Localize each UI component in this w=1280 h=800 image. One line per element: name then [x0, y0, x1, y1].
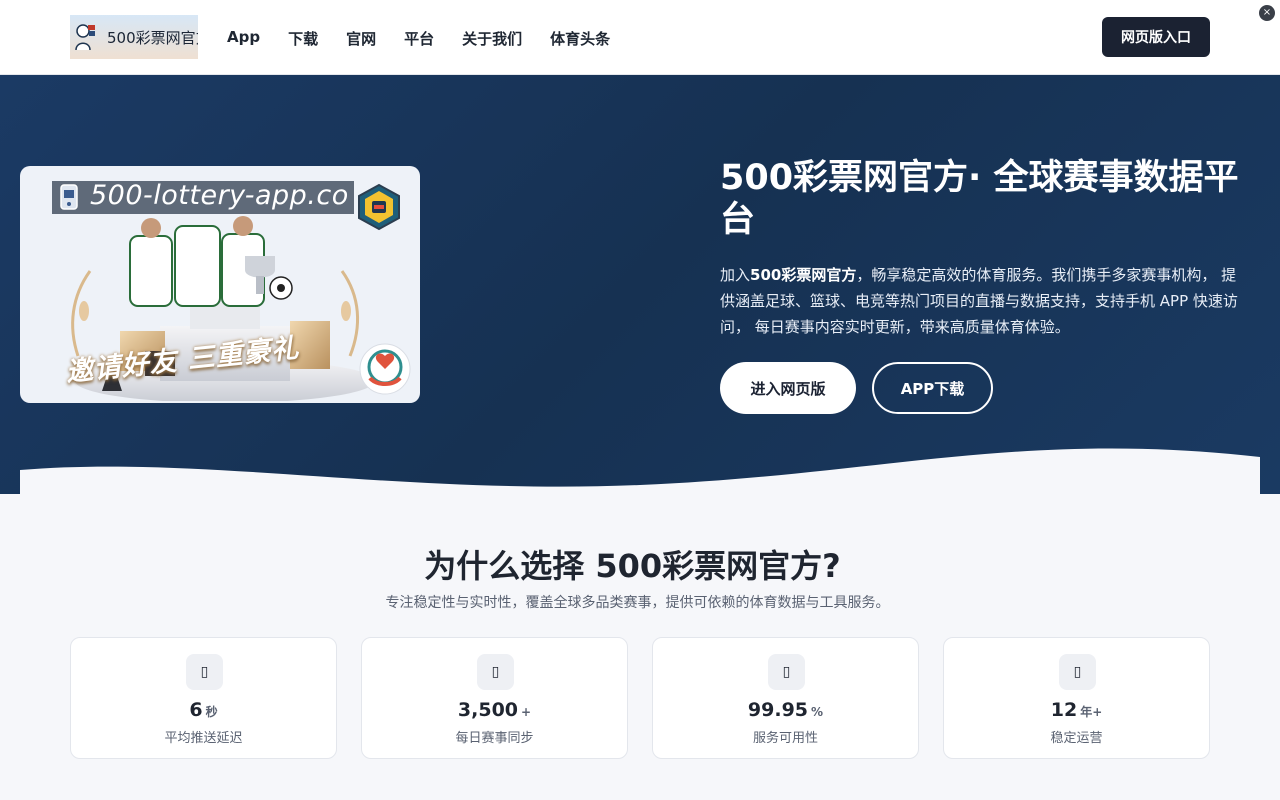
- stat-number: 6: [189, 699, 203, 721]
- stat-card-daily-events: ▯ 3,500 + 每日赛事同步: [361, 637, 628, 759]
- stat-label: 稳定运营: [1050, 731, 1103, 746]
- stat-value: 3,500 +: [362, 699, 627, 721]
- web-entry-button[interactable]: 网页版入口: [1102, 17, 1210, 57]
- stat-unit: %: [811, 705, 824, 719]
- charity-hands-icon: [359, 343, 411, 395]
- nav-item-platform[interactable]: 平台: [404, 28, 434, 49]
- logo-figure-icon: [75, 24, 95, 51]
- stat-value: 12 年+: [944, 699, 1209, 721]
- nav-item-sports-news[interactable]: 体育头条: [550, 28, 610, 49]
- promo-banner[interactable]: 500-lottery-app.co 邀请好友 三重豪礼: [20, 166, 420, 403]
- stat-card-latency: ▯ 6秒 平均推送延迟: [70, 637, 337, 759]
- nav-item-app[interactable]: App: [227, 28, 260, 49]
- app-download-button[interactable]: APP下载: [872, 362, 993, 414]
- site-header: 500彩票网官方 App 下载 官网 平台 关于我们 体育头条 网页版入口 ×: [0, 0, 1280, 75]
- stat-card-availability: ▯ 99.95% 服务可用性: [652, 637, 919, 759]
- stat-number: 99.95: [747, 699, 809, 721]
- hero-section: 500-lottery-app.co 邀请好友 三重豪礼 500彩票网官方· 全…: [0, 75, 1280, 494]
- hero-desc-brand: 500彩票网官方: [750, 266, 857, 284]
- nav-item-official[interactable]: 官网: [346, 28, 376, 49]
- stat-label: 服务可用性: [752, 731, 818, 746]
- hero-title: 500彩票网官方· 全球赛事数据平台: [720, 158, 1239, 240]
- main-nav: App 下载 官网 平台 关于我们 体育头条: [227, 28, 638, 49]
- latency-icon: ▯: [186, 654, 223, 690]
- stat-number: 12: [1050, 699, 1078, 721]
- stat-value: 99.95%: [653, 699, 918, 721]
- events-icon: ▯: [477, 654, 514, 690]
- hero-description: 加入500彩票网官方，畅享稳定高效的体育服务。我们携手多家赛事机构， 提供涵盖足…: [720, 262, 1245, 340]
- hero-desc-prefix: 加入: [720, 266, 751, 284]
- stat-label: 平均推送延迟: [164, 731, 243, 746]
- enter-web-button[interactable]: 进入网页版: [720, 362, 856, 414]
- close-icon[interactable]: ×: [1259, 5, 1275, 21]
- stat-unit: 年+: [1080, 705, 1103, 719]
- logo-text: 500彩票网官方: [107, 29, 198, 47]
- site-logo[interactable]: 500彩票网官方: [70, 15, 198, 59]
- stat-label: 每日赛事同步: [455, 731, 534, 746]
- nav-item-download[interactable]: 下载: [288, 28, 318, 49]
- why-section-subtitle: 专注稳定性与实时性，覆盖全球多品类赛事，提供可依赖的体育数据与工具服务。: [385, 595, 890, 611]
- banner-domain-text: 500-lottery-app.co: [90, 180, 349, 211]
- shield-badge-icon: [358, 183, 400, 231]
- availability-icon: ▯: [768, 654, 805, 690]
- why-section-title: 为什么选择 500彩票网官方?: [424, 547, 841, 585]
- stats-cards: ▯ 6秒 平均推送延迟 ▯ 3,500 + 每日赛事同步 ▯ 99.95% 服务可…: [70, 637, 1210, 759]
- stat-number: 3,500: [457, 699, 519, 721]
- app-phone-icon: [60, 184, 78, 210]
- stat-card-years: ▯ 12 年+ 稳定运营: [943, 637, 1210, 759]
- stat-unit: +: [521, 705, 532, 719]
- stat-unit: 秒: [205, 705, 218, 719]
- years-icon: ▯: [1059, 654, 1096, 690]
- nav-item-about[interactable]: 关于我们: [462, 28, 522, 49]
- stat-value: 6秒: [71, 699, 336, 721]
